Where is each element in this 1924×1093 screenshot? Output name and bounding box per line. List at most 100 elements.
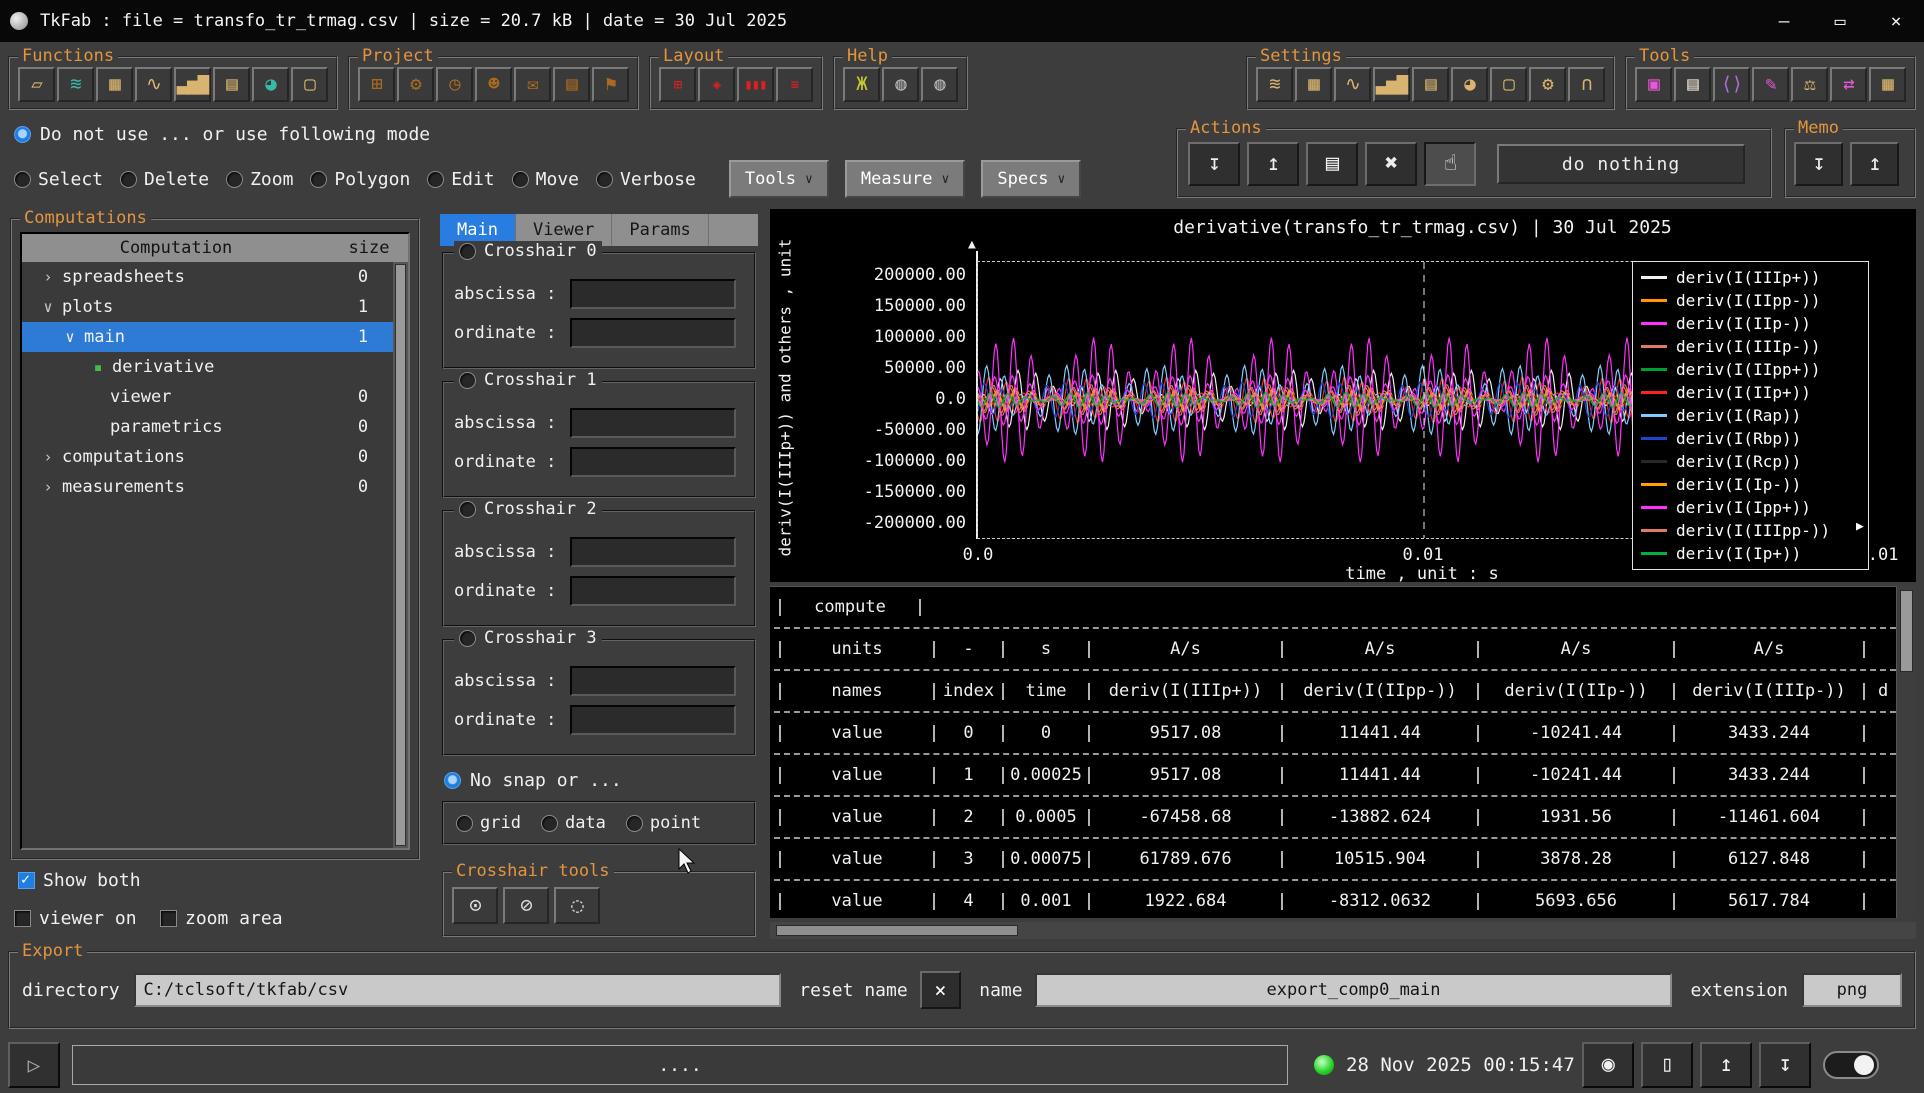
viewer-on-option[interactable]: viewer on <box>14 908 137 929</box>
directory-input[interactable] <box>134 973 782 1007</box>
run-button[interactable]: ▷ <box>8 1042 60 1088</box>
snap-radio-option[interactable]: grid <box>456 813 521 833</box>
legend-entry[interactable]: deriv(I(Rbp)) <box>1641 427 1860 450</box>
load-file-icon[interactable]: ↥ <box>1247 142 1299 186</box>
document-icon[interactable]: ▤ <box>1674 67 1711 102</box>
layout-columns-icon[interactable]: ▮▮▮ <box>737 67 774 102</box>
legend-entry[interactable]: deriv(I(Rcp)) <box>1641 450 1860 473</box>
memo-save-icon[interactable]: ↧ <box>1794 142 1843 186</box>
table-horizontal-scrollbar[interactable] <box>770 922 1916 939</box>
tree-row[interactable]: ▪ derivative <box>22 352 408 382</box>
tree-row[interactable]: › spreadsheets 0 <box>22 262 408 292</box>
layout-target-icon[interactable]: ◈ <box>698 67 735 102</box>
spreadsheet-icon[interactable]: ▤ <box>1412 67 1449 102</box>
gear-plus-icon[interactable]: ⚙ <box>1529 67 1566 102</box>
line-chart-icon[interactable]: ∿ <box>1334 67 1371 102</box>
tree-row[interactable]: › measurements 0 <box>22 472 408 502</box>
project-tree-icon[interactable]: ⊞ <box>358 67 395 102</box>
abscissa-input[interactable] <box>570 279 736 309</box>
upload-icon[interactable]: ↥ <box>1700 1042 1752 1088</box>
power-toggle[interactable] <box>1823 1051 1879 1079</box>
mode-radio-option[interactable]: Move <box>512 169 579 190</box>
tree-scrollbar[interactable] <box>393 262 408 848</box>
script-icon[interactable]: ⟨⟩ <box>1713 67 1750 102</box>
mode-radio-option[interactable]: Polygon <box>310 169 410 190</box>
user-icon[interactable]: ☻ <box>475 67 512 102</box>
minimize-button[interactable]: – <box>1756 0 1812 42</box>
gear-icon[interactable]: ⚙ <box>397 67 434 102</box>
table-row[interactable]: value 3 0.00075 61789.676 10515.904 3878… <box>774 839 1896 881</box>
bulb2-icon[interactable]: ◍ <box>921 67 958 102</box>
size-column-header[interactable]: size <box>330 238 408 258</box>
legend-entry[interactable]: deriv(I(IIpp-)) <box>1641 289 1860 312</box>
table-row[interactable]: value 2 0.0005 -67458.68 -13882.624 1931… <box>774 797 1896 839</box>
tree-expander-icon[interactable]: ▪ <box>84 358 112 376</box>
snap-radio-option[interactable]: point <box>626 813 701 833</box>
select-region-icon[interactable]: ▢ <box>1490 67 1527 102</box>
bulb-icon[interactable]: ◍ <box>882 67 919 102</box>
table-horizontal-scrollbar-thumb[interactable] <box>776 925 1018 936</box>
tree-expander-icon[interactable]: ∨ <box>56 328 84 346</box>
close-button[interactable]: × <box>1868 0 1924 42</box>
dropdown-button[interactable]: Specs∨ <box>981 160 1081 198</box>
legend-entry[interactable]: deriv(I(Ip+)) <box>1641 542 1860 565</box>
ordinate-input[interactable] <box>570 705 736 735</box>
no-snap-radio[interactable] <box>444 772 461 789</box>
plot-area[interactable]: derivative(transfo_tr_trmag.csv) | 30 Ju… <box>770 209 1916 582</box>
ordinate-input[interactable] <box>570 576 736 606</box>
do-nothing-button[interactable]: do nothing <box>1497 144 1745 184</box>
crosshair-radio[interactable] <box>459 630 476 647</box>
mail-icon[interactable]: ✉ <box>514 67 551 102</box>
ordinate-input[interactable] <box>570 447 736 477</box>
table-icon[interactable]: ▦ <box>1295 67 1332 102</box>
window-icon[interactable]: ▣ <box>1635 67 1672 102</box>
crosshair-radio[interactable] <box>459 243 476 260</box>
download-icon[interactable]: ↧ <box>1759 1042 1811 1088</box>
open-folder-icon[interactable]: ▱ <box>18 67 55 102</box>
legend-entry[interactable]: deriv(I(Rap)) <box>1641 404 1860 427</box>
lock-icon[interactable]: ∩ <box>1568 67 1605 102</box>
clipboard-icon[interactable]: ▯ <box>1641 1042 1693 1088</box>
abscissa-input[interactable] <box>570 408 736 438</box>
dropdown-button[interactable]: Measure∨ <box>845 160 965 198</box>
tree-row[interactable]: ∨ plots 1 <box>22 292 408 322</box>
layout-menu-icon[interactable]: ≡ <box>776 67 813 102</box>
legend-entry[interactable]: deriv(I(Ipp+)) <box>1641 496 1860 519</box>
crosshair-radio[interactable] <box>459 372 476 389</box>
tree-expander-icon[interactable]: › <box>34 478 62 496</box>
eye-slash-icon[interactable]: ⊘ <box>503 887 549 924</box>
computation-column-header[interactable]: Computation <box>22 238 330 258</box>
bug-icon[interactable]: Ж <box>843 67 880 102</box>
reset-name-button[interactable]: × <box>920 971 962 1009</box>
zoom-area-checkbox[interactable] <box>160 910 177 927</box>
tree-row[interactable]: › computations 0 <box>22 442 408 472</box>
legend-scroll-icon[interactable] <box>1856 519 1864 534</box>
viewer-on-checkbox[interactable] <box>14 910 31 927</box>
pie-chart-icon[interactable]: ◕ <box>1451 67 1488 102</box>
eye-dashed-icon[interactable]: ◌ <box>554 887 600 924</box>
eye-icon[interactable]: ⊙ <box>452 887 498 924</box>
tab[interactable]: Params <box>612 214 708 246</box>
pie-chart-icon[interactable]: ◕ <box>252 67 289 102</box>
tree-scrollbar-thumb[interactable] <box>395 264 406 846</box>
table-row[interactable]: value 1 0.00025 9517.08 11441.44 -10241.… <box>774 755 1896 797</box>
select-region-icon[interactable]: ▢ <box>291 67 328 102</box>
swap-icon[interactable]: ⇄ <box>1830 67 1867 102</box>
no-snap-option[interactable]: No snap or ... <box>444 770 756 791</box>
extension-input[interactable] <box>1802 973 1902 1007</box>
show-both-checkbox[interactable] <box>18 872 35 889</box>
bar-chart-icon[interactable]: ▃▅▇ <box>174 67 211 102</box>
tree-row[interactable]: viewer 0 <box>22 382 408 412</box>
pointer-icon[interactable]: ☝ <box>1424 142 1476 186</box>
status-message-field[interactable]: .... <box>72 1045 1288 1085</box>
grid-icon[interactable]: ▦ <box>1869 67 1906 102</box>
legend-entry[interactable]: deriv(I(IIpp+)) <box>1641 358 1860 381</box>
primary-mode-option[interactable]: Do not use ... or use following mode <box>14 124 430 145</box>
legend-entry[interactable]: deriv(I(IIp+)) <box>1641 381 1860 404</box>
bar-chart-icon[interactable]: ▃▅▇ <box>1373 67 1410 102</box>
crosshair-radio[interactable] <box>459 501 476 518</box>
table-icon[interactable]: ▦ <box>96 67 133 102</box>
table-row[interactable]: value 4 0.001 1922.684 -8312.0632 5693.6… <box>774 881 1896 918</box>
legend-entry[interactable]: deriv(I(IIIp+)) <box>1641 266 1860 289</box>
table-row[interactable]: names index time deriv(I(IIIp+)) deriv(I… <box>774 671 1896 713</box>
